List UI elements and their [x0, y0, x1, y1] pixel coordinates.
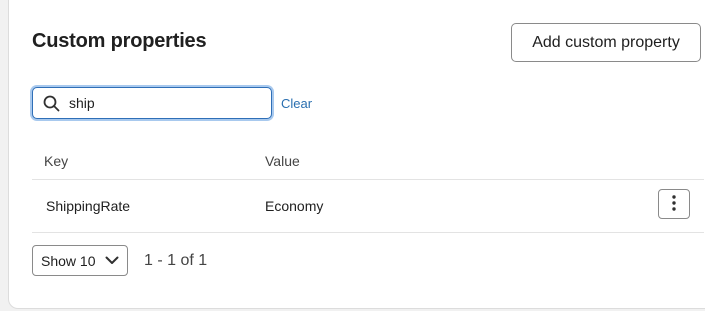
- pagination-range: 1 - 1 of 1: [144, 252, 208, 269]
- header-divider: [32, 179, 704, 180]
- add-custom-property-button[interactable]: Add custom property: [511, 23, 701, 62]
- more-vertical-icon: [672, 194, 676, 214]
- search-field[interactable]: [32, 87, 272, 119]
- section-title: Custom properties: [32, 30, 207, 52]
- row-value-cell: Economy: [265, 198, 324, 214]
- row-key-cell: ShippingRate: [46, 198, 131, 214]
- chevron-down-icon: [105, 256, 119, 265]
- row-divider: [32, 232, 704, 233]
- column-header-value: Value: [265, 153, 300, 169]
- page-size-label: Show 10: [41, 252, 96, 269]
- search-icon: [42, 94, 60, 112]
- custom-properties-panel: Custom properties Add custom property Cl…: [8, 0, 705, 309]
- clear-search-link[interactable]: Clear: [281, 96, 312, 111]
- row-actions-button[interactable]: [658, 189, 690, 219]
- page-size-select[interactable]: Show 10: [32, 245, 128, 276]
- column-header-key: Key: [44, 153, 69, 169]
- search-input[interactable]: [69, 95, 259, 111]
